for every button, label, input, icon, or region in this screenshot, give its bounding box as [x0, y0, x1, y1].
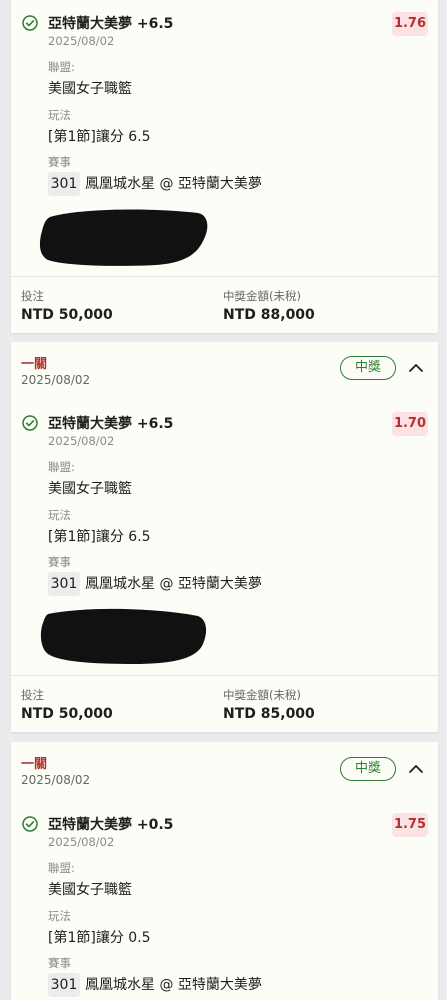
event-name: 鳳凰城水星 @ 亞特蘭大美夢	[85, 977, 262, 993]
check-circle-icon	[22, 816, 38, 832]
event-label: 賽事	[48, 956, 71, 970]
redaction-scribble	[40, 608, 207, 664]
win-status-badge: 中獎	[340, 757, 396, 781]
odds-badge: 1.75	[392, 813, 428, 837]
league-value: 美國女子職籃	[48, 481, 132, 497]
bet-card: 一關 2025/08/02 中獎 亞特蘭大美夢 +0.5 2025/08/02 …	[11, 742, 438, 1000]
event-id: 301	[48, 973, 80, 997]
stake-value: NTD 50,000	[21, 307, 113, 323]
payout-label: 中獎金額(未稅)	[223, 289, 301, 303]
chevron-up-icon[interactable]	[406, 358, 426, 378]
selection-title: 亞特蘭大美夢 +0.5	[48, 817, 174, 833]
stake-label: 投注	[21, 289, 44, 303]
event-name: 鳳凰城水星 @ 亞特蘭大美夢	[85, 576, 262, 592]
selection-date: 2025/08/02	[48, 835, 115, 849]
league-value: 美國女子職籃	[48, 882, 132, 898]
chevron-up-icon[interactable]	[406, 759, 426, 779]
odds-badge: 1.76	[392, 12, 428, 36]
event-label: 賽事	[48, 155, 71, 169]
stake-label: 投注	[21, 688, 44, 702]
bet-date: 2025/08/02	[21, 773, 91, 787]
selection-title: 亞特蘭大美夢 +6.5	[48, 416, 174, 432]
check-circle-icon	[22, 15, 38, 31]
play-label: 玩法	[48, 108, 71, 122]
payout-label: 中獎金額(未稅)	[223, 688, 301, 702]
play-value: [第1節]讓分 0.5	[48, 930, 151, 946]
league-value: 美國女子職籃	[48, 81, 132, 97]
league-label: 聯盟:	[48, 861, 75, 875]
league-label: 聯盟:	[48, 60, 75, 74]
payout-value: NTD 85,000	[223, 706, 315, 722]
bet-card: 一關 2025/08/02 中獎 亞特蘭大美夢 +6.5 2025/08/02 …	[11, 342, 438, 732]
stake-value: NTD 50,000	[21, 706, 113, 722]
play-label: 玩法	[48, 508, 71, 522]
odds-badge: 1.70	[392, 412, 428, 436]
bet-card: 亞特蘭大美夢 +6.5 2025/08/02 1.76 聯盟: 美國女子職籃 玩…	[11, 0, 438, 333]
event-name: 鳳凰城水星 @ 亞特蘭大美夢	[85, 176, 262, 192]
selection-date: 2025/08/02	[48, 34, 115, 48]
bet-type: 一關	[21, 357, 48, 372]
bet-date: 2025/08/02	[21, 373, 91, 387]
play-label: 玩法	[48, 909, 71, 923]
footer-divider	[11, 276, 438, 277]
play-value: [第1節]讓分 6.5	[48, 129, 151, 145]
footer-divider	[11, 675, 438, 676]
selection-date: 2025/08/02	[48, 434, 115, 448]
play-value: [第1節]讓分 6.5	[48, 529, 151, 545]
league-label: 聯盟:	[48, 460, 75, 474]
redaction-scribble	[39, 209, 208, 266]
event-label: 賽事	[48, 555, 71, 569]
check-circle-icon	[22, 415, 38, 431]
payout-value: NTD 88,000	[223, 307, 315, 323]
win-status-badge: 中獎	[340, 356, 396, 380]
event-id: 301	[48, 572, 80, 596]
bet-type: 一關	[21, 757, 48, 772]
event-id: 301	[48, 172, 80, 196]
selection-title: 亞特蘭大美夢 +6.5	[48, 16, 174, 32]
